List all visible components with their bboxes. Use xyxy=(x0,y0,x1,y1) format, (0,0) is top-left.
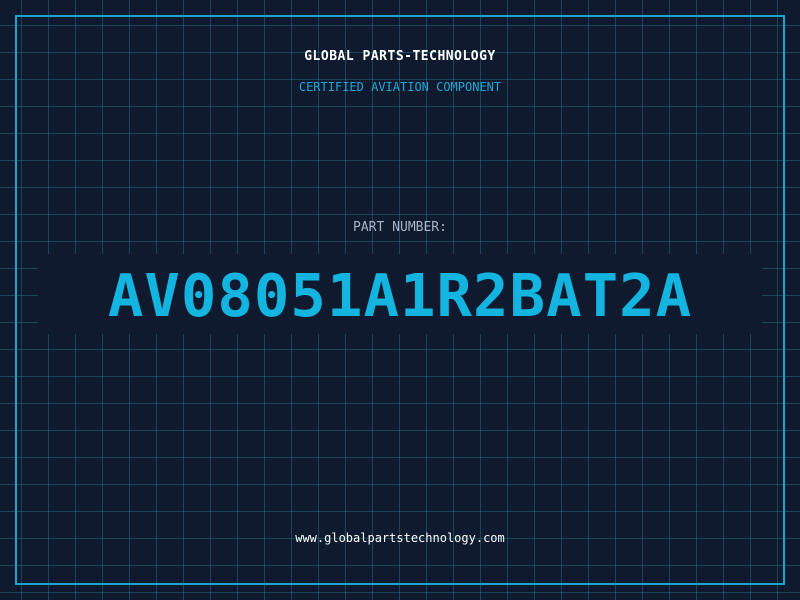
website-url[interactable]: www.globalpartstechnology.com xyxy=(0,531,800,545)
part-number-value: AV08051A1R2BAT2A xyxy=(107,261,693,330)
tagline: CERTIFIED AVIATION COMPONENT xyxy=(298,80,502,94)
label-canvas: GLOBAL PARTS-TECHNOLOGY CERTIFIED AVIATI… xyxy=(0,0,800,600)
company-name: GLOBAL PARTS-TECHNOLOGY xyxy=(304,49,496,64)
part-number-label: PART NUMBER: xyxy=(353,220,447,235)
